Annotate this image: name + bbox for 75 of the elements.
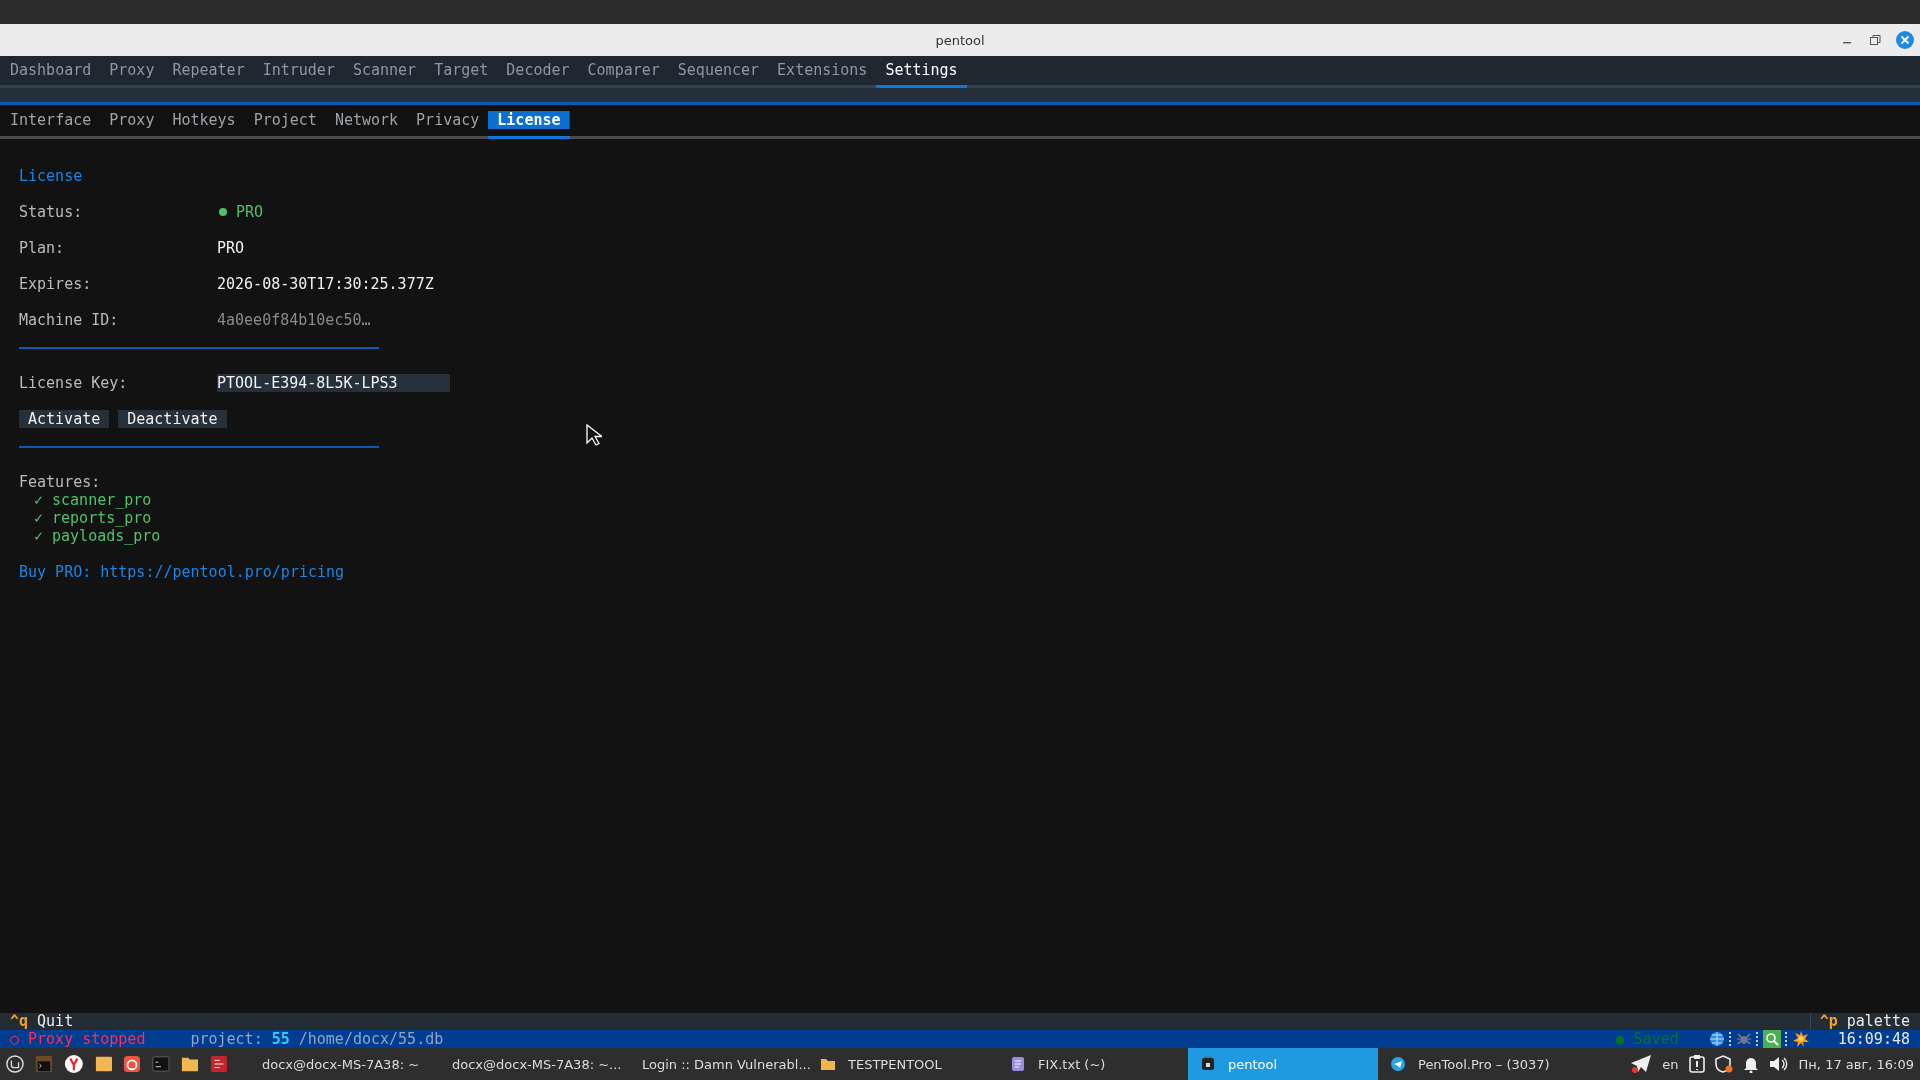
field-label: Expires: [19,275,93,293]
action-button[interactable]: Deactivate [118,410,227,428]
main-tab[interactable]: Extensions [768,59,877,88]
feature-name: payloads_pro [52,527,161,545]
field-value: 2026-08-30T17:30:25.377Z [217,275,434,293]
close-icon[interactable] [1896,31,1914,49]
main-tab[interactable]: Scanner [343,59,426,88]
folder-icon [820,1056,836,1072]
main-tab[interactable]: Repeater [163,59,254,88]
volume-icon[interactable] [1768,1055,1789,1073]
field-value: PRO [236,203,264,221]
hotkey-label: Quit [37,1013,74,1030]
spider-icon[interactable] [1735,1031,1752,1047]
saved-dot: ● [1615,1030,1625,1048]
license-key-field[interactable]: PTOOL-E394-8L5K-LPS3 [217,374,450,392]
app-icon[interactable] [210,1054,229,1074]
taskbar-button[interactable]: docx@docx-MS-7A38: ~ [238,1048,428,1080]
mouse-pointer-icon [586,424,602,446]
paper-plane-icon[interactable] [1630,1054,1653,1074]
project-label: project: [190,1030,263,1048]
taskbar-button[interactable]: PenTool.Pro – (3037) [1378,1048,1568,1080]
proxy-status-icon: ○ [10,1030,20,1048]
taskbar-clock[interactable]: Пн, 17 авг, 16:09 [1798,1056,1914,1072]
taskbar-button[interactable]: FIX.txt (~) [998,1048,1188,1080]
saved-status: Saved [1633,1030,1679,1048]
main-tab[interactable]: Comparer [578,59,669,88]
feature-name: reports_pro [52,509,152,527]
proxy-status: Proxy stopped [28,1030,146,1048]
keyboard-layout[interactable]: en [1662,1056,1679,1072]
check-mark: ✓ [34,491,44,509]
window-title: pentool [935,32,985,48]
clock: 16:09:48 [1837,1030,1910,1048]
browser-icon[interactable] [63,1053,84,1075]
taskbar-button[interactable]: docx@docx-MS-7A38: ~... [428,1048,618,1080]
section-title: License [19,167,84,185]
main-tab[interactable]: Target [425,59,498,88]
text-file-icon [1010,1056,1026,1072]
hotkey: ^p [1819,1013,1838,1030]
main-tab[interactable]: Intruder [253,59,344,88]
field-value: 4a0ee0f84b10ec50… [217,311,371,329]
terminal-icon[interactable] [152,1054,171,1074]
field-value: PRO [217,239,245,257]
features-heading: Features: [19,473,102,491]
pricing-link[interactable]: https://pentool.pro/pricing [100,563,345,581]
status-dot [219,208,227,216]
check-mark: ✓ [34,527,44,545]
project-path: /home/docx/55.db [298,1030,444,1048]
check-mark: ✓ [34,509,44,527]
main-tab[interactable]: Decoder [497,59,579,88]
shield-icon[interactable] [1714,1055,1733,1073]
action-button[interactable]: Activate [19,410,110,428]
restore-icon[interactable] [1868,33,1882,47]
main-tab[interactable]: Sequencer [668,59,769,88]
feature-name: scanner_pro [52,491,152,509]
field-label: License Key: [19,374,129,392]
hotkey: ^q [10,1013,29,1030]
main-tab[interactable]: Proxy [100,59,164,88]
field-label: Status: [19,203,84,221]
buy-label: Buy PRO: [19,563,92,581]
terminal-icon [1200,1056,1216,1072]
globe-icon[interactable] [1708,1031,1725,1047]
mint-logo-icon[interactable] [6,1054,24,1074]
sub-tab[interactable]: License [488,111,570,139]
search-icon[interactable] [1762,1030,1781,1048]
main-tab[interactable]: Dashboard [1,59,101,88]
bell-icon[interactable] [1742,1055,1759,1073]
field-label: Machine ID: [19,311,120,329]
project-id: 55 [271,1030,290,1048]
hotkey-label: palette [1846,1013,1910,1030]
field-label: Plan: [19,239,66,257]
explosion-icon[interactable] [1791,1030,1810,1048]
folder-icon[interactable] [94,1054,113,1074]
paper-plane-icon [1390,1056,1406,1072]
browser-icon[interactable] [123,1054,142,1074]
clipboard-icon[interactable] [1688,1055,1705,1073]
